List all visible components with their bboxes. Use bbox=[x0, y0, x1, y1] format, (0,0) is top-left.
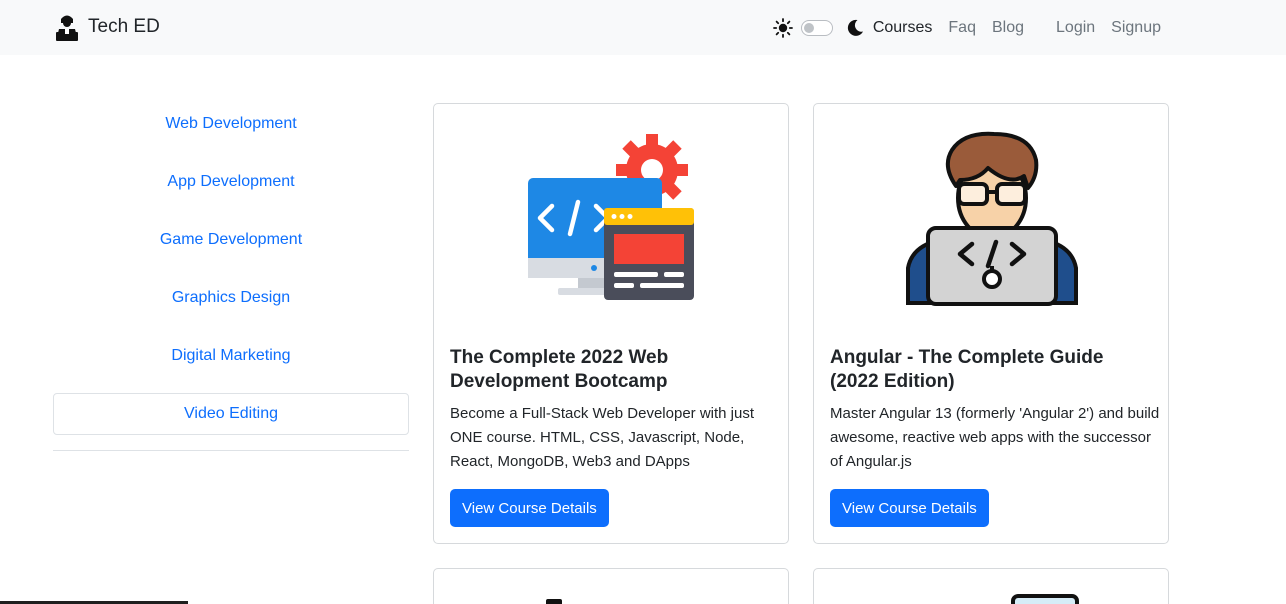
course-image-partial-icon bbox=[1011, 594, 1079, 604]
sidebar-item-web-development[interactable]: Web Development bbox=[53, 95, 409, 153]
sidebar-divider bbox=[53, 450, 409, 451]
sun-icon bbox=[772, 17, 793, 38]
course-card-image bbox=[814, 104, 1170, 334]
hacker-logo-icon bbox=[56, 15, 78, 41]
moon-icon bbox=[847, 19, 863, 36]
nav-link-faq[interactable]: Faq bbox=[948, 19, 976, 37]
view-course-details-button[interactable]: View Course Details bbox=[450, 489, 609, 527]
toggle-knob bbox=[803, 22, 814, 33]
course-title: Angular - The Complete Guide (2022 Editi… bbox=[830, 347, 1104, 392]
brand-link[interactable]: Tech ED bbox=[55, 12, 160, 42]
course-description: Become a Full-Stack Web Developer with j… bbox=[450, 405, 755, 470]
sidebar-item-app-development[interactable]: App Development bbox=[53, 153, 409, 211]
navbar: Tech ED Courses Faq Blog Login Signup bbox=[0, 0, 1286, 55]
sidebar-item-digital-marketing[interactable]: Digital Marketing bbox=[53, 327, 409, 385]
sidebar-item-game-development[interactable]: Game Development bbox=[53, 211, 409, 269]
course-card-angular-guide: Angular - The Complete Guide (2022 Editi… bbox=[813, 103, 1169, 544]
course-description: Master Angular 13 (formerly 'Angular 2')… bbox=[830, 405, 1160, 470]
course-card-image bbox=[434, 104, 790, 334]
category-sidebar: Web Development App Development Game Dev… bbox=[53, 95, 409, 451]
web-development-icon bbox=[528, 134, 694, 300]
nav-right: Courses Faq Blog Login Signup bbox=[772, 0, 1161, 55]
course-card-partial bbox=[433, 568, 789, 604]
nav-link-signup[interactable]: Signup bbox=[1111, 19, 1161, 37]
developer-icon bbox=[906, 131, 1078, 306]
course-title: The Complete 2022 Web Development Bootca… bbox=[450, 347, 669, 392]
course-image-partial-icon bbox=[546, 599, 562, 604]
nav-link-courses[interactable]: Courses bbox=[873, 19, 933, 37]
nav-link-login[interactable]: Login bbox=[1056, 19, 1095, 37]
course-card-partial bbox=[813, 568, 1169, 604]
sidebar-item-graphics-design[interactable]: Graphics Design bbox=[53, 269, 409, 327]
nav-link-blog[interactable]: Blog bbox=[992, 19, 1024, 37]
view-course-details-button[interactable]: View Course Details bbox=[830, 489, 989, 527]
brand-name: Tech ED bbox=[88, 16, 160, 37]
sidebar-item-video-editing[interactable]: Video Editing bbox=[53, 393, 409, 435]
course-card-web-bootcamp: The Complete 2022 Web Development Bootca… bbox=[433, 103, 789, 544]
theme-toggle[interactable] bbox=[800, 19, 833, 36]
